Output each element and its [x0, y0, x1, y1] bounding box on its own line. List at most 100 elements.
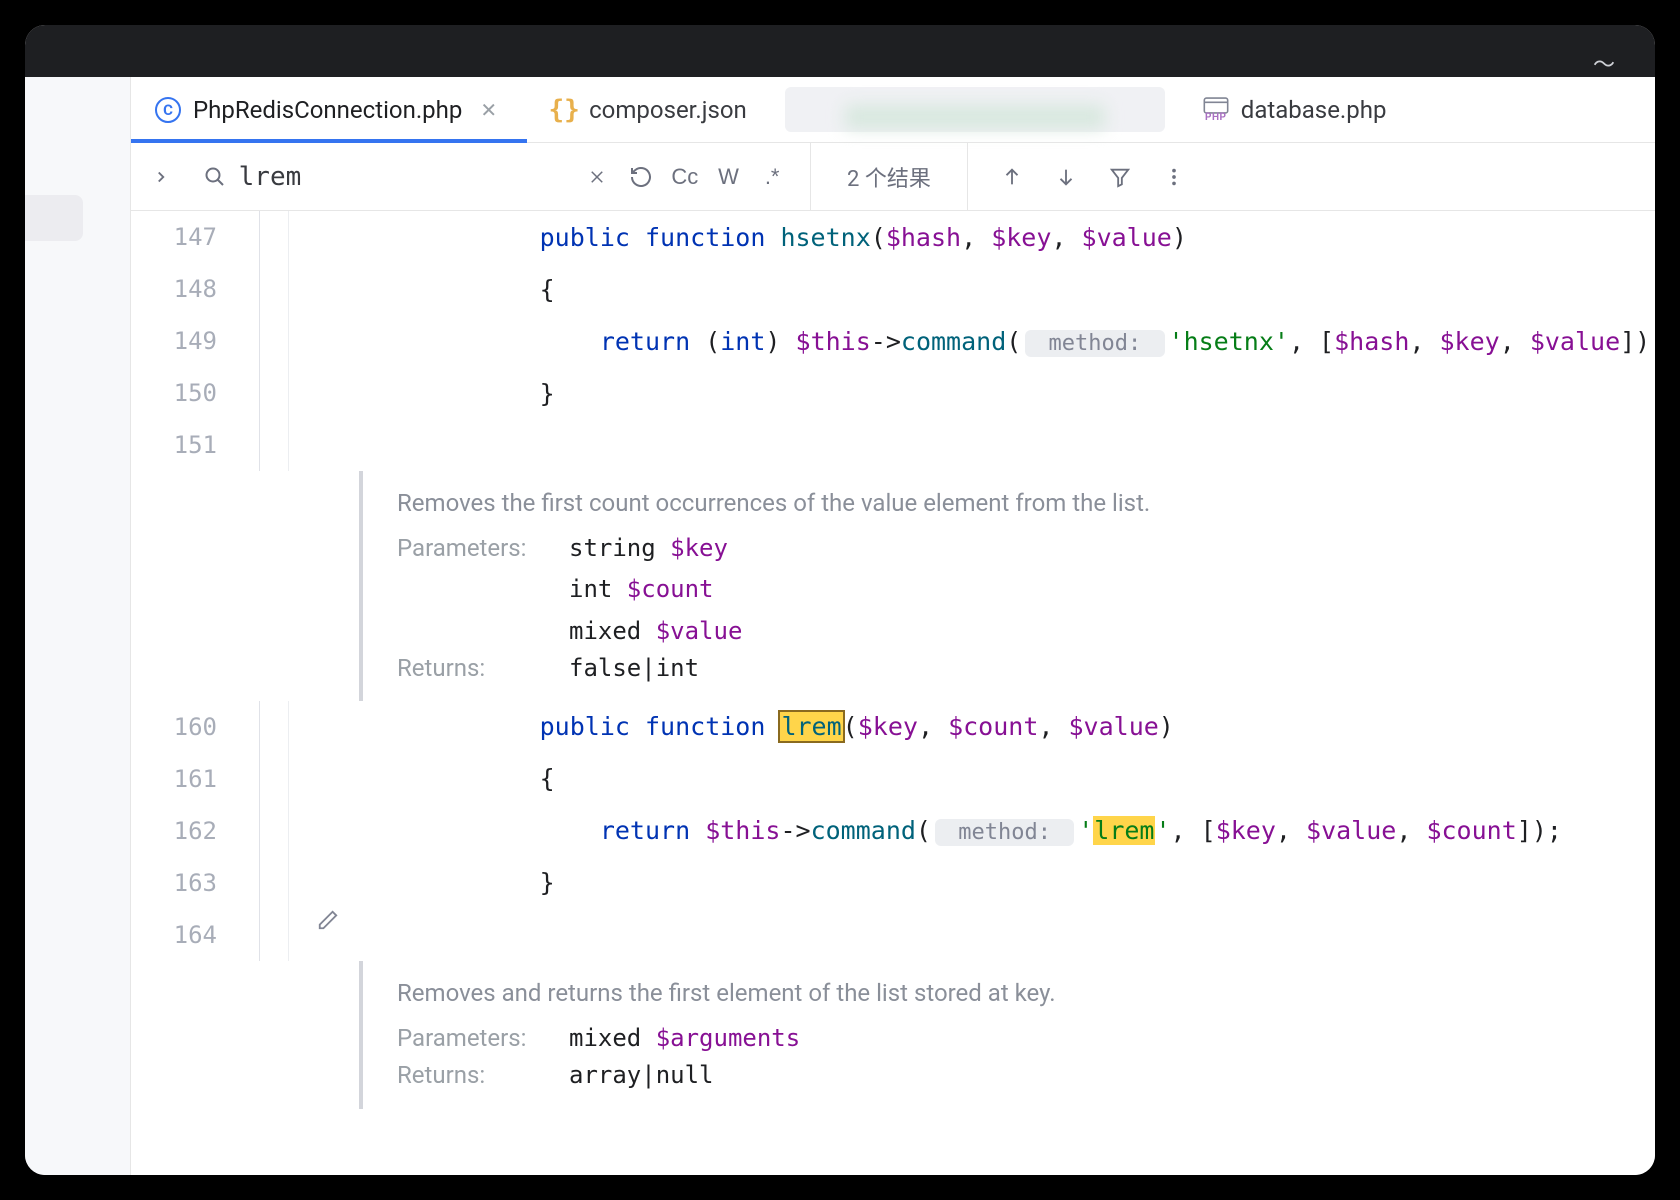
tool-window-button[interactable] — [25, 195, 83, 241]
main-row: C PhpRedisConnection.php ✕ {} composer.json P… — [25, 77, 1655, 1175]
match-case-button[interactable]: Cc — [663, 155, 707, 199]
code-line[interactable]: 148 { — [131, 263, 1655, 315]
fold-gutter[interactable] — [241, 857, 289, 909]
line-number: 151 — [131, 431, 241, 459]
tool-window-stripe — [25, 77, 131, 1175]
more-options-icon[interactable] — [1152, 155, 1196, 199]
tab-phpredisconnection-php[interactable]: C PhpRedisConnection.php ✕ — [131, 77, 527, 142]
code-line[interactable]: 164 — [131, 909, 1655, 961]
returns-value: false|int — [569, 650, 699, 687]
line-number: 164 — [131, 921, 241, 949]
code-line[interactable]: 147 public function hsetnx($hash, $key, … — [131, 211, 1655, 263]
regex-button[interactable]: .* — [750, 155, 794, 199]
search-history-icon[interactable] — [619, 155, 663, 199]
fold-gutter[interactable] — [241, 701, 289, 753]
titlebar-decor: 〜 — [1593, 47, 1615, 79]
tab-database-php[interactable]: PHP database.php — [1179, 77, 1411, 142]
hint-gutter — [289, 909, 359, 961]
tab-label: composer.json — [589, 96, 747, 124]
filter-icon[interactable] — [1098, 155, 1142, 199]
tab-label: PhpRedisConnection.php — [193, 96, 462, 124]
docblock: Removes the first count occurrences of t… — [359, 471, 1655, 701]
docblock-description: Removes and returns the first element of… — [397, 975, 1655, 1012]
find-bar: Cc W .* 2 个结果 — [131, 143, 1655, 211]
php-class-icon: C — [155, 97, 181, 123]
code-content[interactable]: return $this->command( method: 'lrem', [… — [359, 816, 1655, 845]
line-number: 150 — [131, 379, 241, 407]
code-line[interactable]: 150 } — [131, 367, 1655, 419]
fold-gutter[interactable] — [241, 263, 289, 315]
params-list: mixed $arguments — [569, 1020, 800, 1057]
code-content[interactable]: public function hsetnx($hash, $key, $val… — [359, 223, 1655, 252]
hint-gutter — [289, 263, 359, 315]
fold-gutter[interactable] — [241, 419, 289, 471]
next-match-button[interactable] — [1044, 155, 1088, 199]
docblock: Removes and returns the first element of… — [359, 961, 1655, 1109]
code-line[interactable]: 163 } — [131, 857, 1655, 909]
fold-gutter[interactable] — [241, 315, 289, 367]
search-highlight: lrem — [1093, 816, 1155, 845]
code-content[interactable]: } — [359, 868, 1655, 897]
tab-label: database.php — [1241, 96, 1387, 124]
code-line[interactable]: 149 return (int) $this->command( method:… — [131, 315, 1655, 367]
clear-search-icon[interactable] — [576, 155, 620, 199]
line-number: 161 — [131, 765, 241, 793]
fold-gutter[interactable] — [241, 753, 289, 805]
hint-gutter — [289, 211, 359, 263]
line-number: 147 — [131, 223, 241, 251]
code-line[interactable]: 160 public function lrem($key, $count, $… — [131, 701, 1655, 753]
app-window: 〜 C PhpRedisConnection.php ✕ {} composer.jso… — [25, 25, 1655, 1175]
code-content[interactable]: return (int) $this->command( method: 'hs… — [359, 327, 1655, 356]
params-list: string $keyint $countmixed $value — [569, 530, 742, 650]
inlay-hint: method: — [1025, 330, 1164, 357]
hint-gutter — [289, 367, 359, 419]
code-content[interactable]: public function lrem($key, $count, $valu… — [359, 712, 1655, 741]
results-count-box: 2 个结果 — [811, 143, 968, 210]
code-editor[interactable]: 147 public function hsetnx($hash, $key, … — [131, 211, 1655, 1175]
whole-word-button[interactable]: W — [707, 155, 751, 199]
inlay-hint: method: — [935, 819, 1074, 846]
returns-label: Returns: — [397, 1057, 553, 1094]
search-highlight: lrem — [780, 712, 842, 741]
results-count-text: 2 个结果 — [847, 161, 931, 193]
fold-gutter[interactable] — [241, 909, 289, 961]
hint-gutter — [289, 419, 359, 471]
returns-value: array|null — [569, 1057, 714, 1094]
prev-match-button[interactable] — [990, 155, 1034, 199]
tab-strip: C PhpRedisConnection.php ✕ {} composer.json P… — [131, 77, 1655, 143]
code-content[interactable]: } — [359, 379, 1655, 408]
docblock-description: Removes the first count occurrences of t… — [397, 485, 1655, 522]
json-icon: {} — [551, 97, 577, 123]
line-number: 149 — [131, 327, 241, 355]
line-number: 148 — [131, 275, 241, 303]
code-line[interactable]: 151 — [131, 419, 1655, 471]
php-file-icon: PHP — [1203, 97, 1229, 123]
hint-gutter — [289, 805, 359, 857]
tab-redacted[interactable] — [785, 87, 1165, 132]
search-input[interactable] — [239, 162, 576, 192]
returns-label: Returns: — [397, 650, 553, 687]
tab-composer-json[interactable]: {} composer.json — [527, 77, 771, 142]
fold-gutter[interactable] — [241, 211, 289, 263]
code-line[interactable]: 161 { — [131, 753, 1655, 805]
line-number: 163 — [131, 869, 241, 897]
search-icon — [191, 165, 239, 189]
find-expand-icon[interactable] — [131, 168, 191, 186]
code-content[interactable]: { — [359, 275, 1655, 304]
params-label: Parameters: — [397, 530, 553, 650]
code-content[interactable]: { — [359, 764, 1655, 793]
find-input-group: Cc W .* — [191, 143, 811, 210]
fold-gutter[interactable] — [241, 805, 289, 857]
hint-gutter — [289, 857, 359, 909]
line-number: 162 — [131, 817, 241, 845]
close-tab-icon[interactable]: ✕ — [474, 98, 503, 122]
find-nav-group — [968, 155, 1196, 199]
params-label: Parameters: — [397, 1020, 553, 1057]
line-number: 160 — [131, 713, 241, 741]
edit-hint-icon[interactable] — [317, 909, 339, 935]
fold-gutter[interactable] — [241, 367, 289, 419]
code-line[interactable]: 162 return $this->command( method: 'lrem… — [131, 805, 1655, 857]
hint-gutter — [289, 315, 359, 367]
hint-gutter — [289, 701, 359, 753]
editor-area: C PhpRedisConnection.php ✕ {} composer.json P… — [131, 77, 1655, 1175]
